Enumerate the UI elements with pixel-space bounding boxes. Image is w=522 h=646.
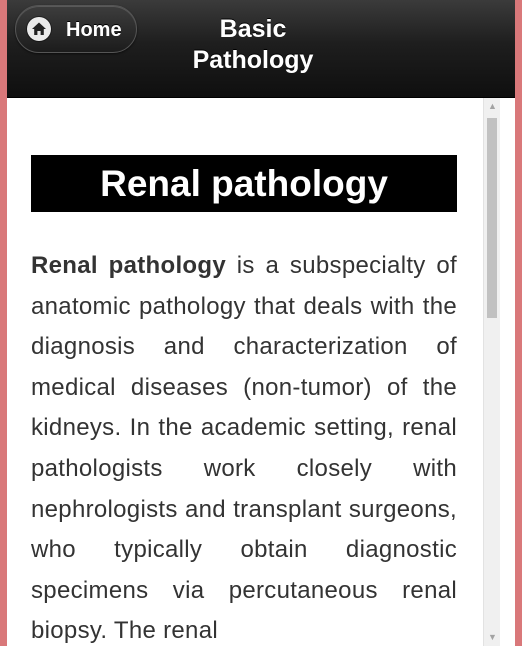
window-right-edge xyxy=(500,98,515,646)
scrollbar-thumb[interactable] xyxy=(487,118,497,318)
scroll-up-arrow-icon[interactable]: ▲ xyxy=(484,98,501,115)
scroll-down-arrow-icon[interactable]: ▼ xyxy=(484,629,501,646)
home-icon xyxy=(27,17,51,41)
main-content: Renal pathology Renal pathology is a sub… xyxy=(7,98,483,646)
vertical-scrollbar[interactable]: ▲ ▼ xyxy=(483,98,501,646)
article-lead-term: Renal pathology xyxy=(31,252,226,279)
article-body-text: is a subspecialty of anatomic pathology … xyxy=(31,252,457,645)
home-button-label: Home xyxy=(66,19,122,41)
app-window: Home Basic Pathology Renal pathology Ren… xyxy=(7,0,515,646)
home-button[interactable]: Home xyxy=(15,5,137,53)
article-title: Renal pathology xyxy=(31,155,457,212)
page-title: Basic Pathology xyxy=(192,15,314,74)
article-paragraph: Renal pathology is a subspecialty of ana… xyxy=(31,246,457,646)
header-bar: Home Basic Pathology xyxy=(7,0,515,98)
